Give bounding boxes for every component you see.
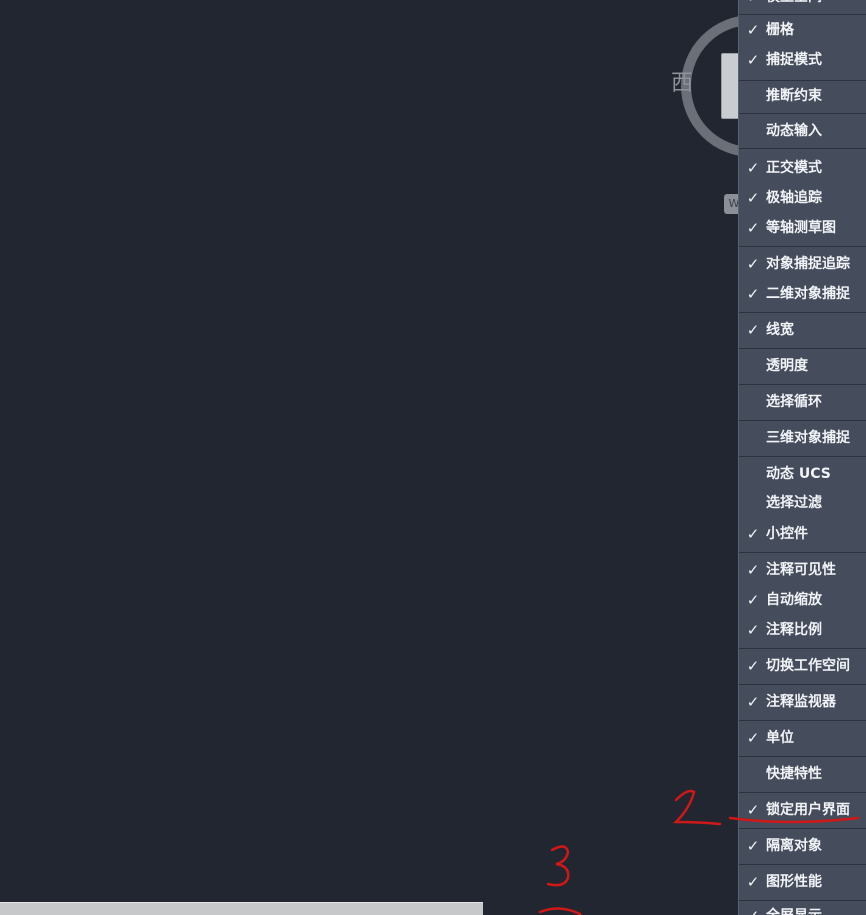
check-icon: ✓ xyxy=(746,255,760,273)
annotation-number-2 xyxy=(538,907,582,915)
menu-separator xyxy=(739,348,866,349)
check-icon: ✓ xyxy=(746,285,760,303)
menu-item-label: 锁定用户界面 xyxy=(766,802,850,818)
menu-item-label: 栅格 xyxy=(766,22,794,38)
menu-item-label: 动态输入 xyxy=(766,123,822,139)
menu-separator xyxy=(739,756,866,757)
menu-item[interactable]: 透明度 xyxy=(739,351,866,381)
menu-item-label: 注释可见性 xyxy=(766,562,836,578)
check-icon: ✓ xyxy=(746,591,760,609)
check-icon: ✓ xyxy=(746,525,760,543)
menu-item-label: 模型空间 xyxy=(766,0,822,12)
menu-separator xyxy=(739,648,866,649)
menu-item-label: 单位 xyxy=(766,730,794,746)
menu-separator xyxy=(739,420,866,421)
horizontal-scrollbar[interactable] xyxy=(0,902,483,915)
check-icon: ✓ xyxy=(746,621,760,639)
menu-item-label: 注释监视器 xyxy=(766,694,836,710)
menu-separator xyxy=(739,246,866,247)
menu-separator xyxy=(739,384,866,385)
menu-item-label: 图形性能 xyxy=(766,874,822,890)
menu-item[interactable]: 三维对象捕捉 xyxy=(739,423,866,453)
menu-item[interactable]: ✓ 二维对象捕捉 xyxy=(739,279,866,309)
menu-item[interactable]: ✓ 自动缩放 xyxy=(739,585,866,615)
menu-separator xyxy=(739,456,866,457)
menu-item-label: 捕捉模式 xyxy=(766,52,822,68)
menu-item-label: 选择循环 xyxy=(766,394,822,410)
menu-item[interactable]: ✓ 切换工作空间 xyxy=(739,651,866,681)
check-icon: ✓ xyxy=(746,159,760,177)
drawing-viewport[interactable]: 西 W ✓模型空间✓栅格✓捕捉模式推断约束动态输入✓正交模式✓极轴追踪✓等轴测草… xyxy=(0,0,866,915)
annotation-number-3 xyxy=(546,845,570,887)
menu-item[interactable]: ✓ 捕捉模式 xyxy=(739,45,866,75)
menu-item[interactable]: ✓ 注释可见性 xyxy=(739,555,866,585)
check-icon: ✓ xyxy=(746,801,760,819)
menu-item-label: 透明度 xyxy=(766,358,808,374)
menu-item-label: 推断约束 xyxy=(766,88,822,104)
menu-item[interactable]: ✓ 锁定用户界面 xyxy=(739,795,866,825)
menu-item-label: 全屏显示 xyxy=(766,901,822,915)
menu-item[interactable]: 选择循环 xyxy=(739,387,866,417)
menu-item-label: 极轴追踪 xyxy=(766,190,822,206)
check-icon: ✓ xyxy=(746,837,760,855)
menu-separator xyxy=(739,864,866,865)
menu-item[interactable]: 快捷特性 xyxy=(739,759,866,789)
check-icon: ✓ xyxy=(746,693,760,711)
check-icon: ✓ xyxy=(745,0,761,12)
compass-west-label[interactable]: 西 xyxy=(671,70,693,98)
menu-item[interactable]: ✓ 对象捕捉追踪 xyxy=(739,249,866,279)
menu-separator xyxy=(739,792,866,793)
menu-item[interactable]: ✓ 极轴追踪 xyxy=(739,183,866,213)
menu-item[interactable]: ✓ 注释比例 xyxy=(739,615,866,645)
check-icon: ✓ xyxy=(746,189,760,207)
menu-item[interactable]: ✓ 线宽 xyxy=(739,315,866,345)
menu-item-label: 注释比例 xyxy=(766,622,822,638)
menu-separator xyxy=(739,720,866,721)
menu-item[interactable]: ✓ 小控件 xyxy=(739,519,866,549)
menu-item-label: 正交模式 xyxy=(766,160,822,176)
menu-separator xyxy=(739,113,866,114)
menu-item-label: 隔离对象 xyxy=(766,838,822,854)
check-icon: ✓ xyxy=(746,219,760,237)
menu-item[interactable]: ✓ 正交模式 xyxy=(739,153,866,183)
check-icon: ✓ xyxy=(746,21,760,39)
menu-item-label: 小控件 xyxy=(766,526,808,542)
menu-item[interactable]: 选择过滤 xyxy=(739,488,866,518)
check-icon: ✓ xyxy=(746,729,760,747)
menu-item[interactable]: ✓ 模型空间 xyxy=(739,0,866,12)
check-icon: ✓ xyxy=(746,321,760,339)
menu-separator xyxy=(739,312,866,313)
menu-item[interactable]: ✓ 单位 xyxy=(739,723,866,753)
menu-item[interactable]: ✓ 注释监视器 xyxy=(739,687,866,717)
check-icon: ✓ xyxy=(745,901,761,915)
menu-item-label: 选择过滤 xyxy=(766,495,822,511)
menu-item[interactable]: ✓ 等轴测草图 xyxy=(739,213,866,243)
status-bar-customization-menu: ✓ 模型空间 ✓ 栅格 ✓ 捕捉模式推断约束动态输入 ✓ 正交模式 ✓ 极轴追踪 ✓ 等轴测草图 ✓ 对象… xyxy=(738,0,866,915)
menu-item[interactable]: 推断约束 xyxy=(739,81,866,111)
menu-item[interactable]: ✓ 栅格 xyxy=(739,15,866,45)
check-icon: ✓ xyxy=(746,873,760,891)
check-icon: ✓ xyxy=(746,561,760,579)
check-icon: ✓ xyxy=(746,657,760,675)
annotation-number-1 xyxy=(672,789,722,826)
menu-item[interactable]: ✓ 图形性能 xyxy=(739,867,866,897)
menu-item[interactable]: ✓ 全屏显示 xyxy=(739,901,866,915)
menu-item-label: 三维对象捕捉 xyxy=(766,430,850,446)
menu-item[interactable]: 动态输入 xyxy=(739,116,866,146)
check-icon: ✓ xyxy=(746,51,760,69)
menu-item-label: 等轴测草图 xyxy=(766,220,836,236)
menu-item-label: 线宽 xyxy=(766,322,794,338)
menu-item-label: 动态 UCS xyxy=(766,466,831,482)
menu-separator xyxy=(739,552,866,553)
menu-separator xyxy=(739,148,866,149)
menu-separator xyxy=(739,684,866,685)
menu-item-label: 快捷特性 xyxy=(766,766,822,782)
menu-item-label: 对象捕捉追踪 xyxy=(766,256,850,272)
menu-item-label: 二维对象捕捉 xyxy=(766,286,850,302)
menu-item-label: 自动缩放 xyxy=(766,592,822,608)
menu-item[interactable]: 动态 UCS xyxy=(739,459,866,489)
menu-item[interactable]: ✓ 隔离对象 xyxy=(739,831,866,861)
menu-separator xyxy=(739,828,866,829)
menu-item-label: 切换工作空间 xyxy=(766,658,850,674)
